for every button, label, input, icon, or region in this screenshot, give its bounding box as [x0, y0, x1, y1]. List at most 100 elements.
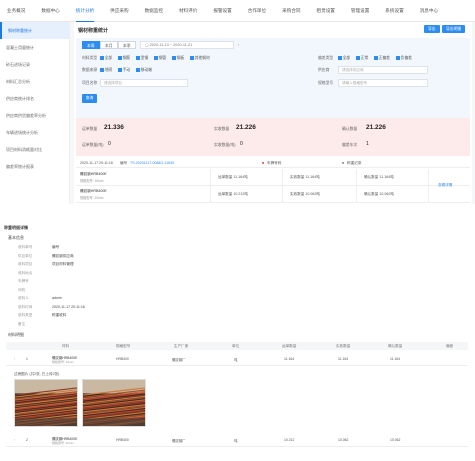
summary-label-received-t: 实收数量(吨)	[214, 143, 236, 147]
field-value: 称重收料	[52, 313, 67, 317]
material-unit: 吨	[234, 439, 238, 443]
sidebar-item[interactable]: 供应商供货偏差率分析	[0, 107, 69, 124]
weigh-photo-2[interactable]	[82, 379, 146, 427]
project-select[interactable]: 请选择项目	[100, 79, 188, 87]
material-vendor: 螺纹钢厂	[172, 358, 186, 362]
order-material-spec: 规格型号: 16mm	[80, 179, 104, 183]
summary-value-confirmed: 21.226	[366, 124, 386, 131]
weigh-photo-1[interactable]	[14, 379, 78, 427]
sidebar-item[interactable]: 项目材料消耗量对比	[0, 141, 69, 158]
sidebar-item[interactable]: 供应商统计排名	[0, 90, 69, 107]
confirmed-qty: 10.062	[390, 438, 401, 442]
sidebar-item[interactable]: 钢材称重统计	[0, 22, 69, 39]
nav-item[interactable]: 消息中心	[420, 0, 438, 22]
export-button[interactable]: 导出	[424, 25, 440, 33]
expand-icon[interactable]: ›	[14, 357, 15, 361]
supplier-select[interactable]: 请选择供应商	[338, 66, 428, 74]
nav-item[interactable]: 供应采购	[110, 0, 128, 22]
sidebar-item[interactable]: 砂石进场记录	[0, 56, 69, 73]
order-waybill-qty: 运单数量 11.164吨	[218, 175, 248, 179]
nav-item[interactable]: 统计分析	[75, 0, 95, 22]
materials-table-header: 材料 规格型号 生产厂家 单位 运单数量 实收数量 确认数量 偏差	[6, 342, 468, 350]
seg-quarter[interactable]: 本季	[118, 41, 136, 49]
detail-title: 称重明细详情	[4, 225, 28, 230]
group-header: 2020-11-17 20:11:16 编号 TS-20201117-0084G…	[76, 159, 470, 168]
column-header: 实收数量	[336, 344, 351, 348]
order-confirmed-qty: 确认数量 11.164吨	[364, 175, 394, 179]
summary-value-received-t: 0	[240, 141, 243, 147]
nav-item[interactable]: 管理设置	[351, 0, 369, 22]
table-row: › 1 螺纹钢HRB400E 规格型号: 16mm HRB400 螺纹钢厂吨 11.164 1…	[6, 353, 468, 366]
checkbox-option[interactable]: 正常	[356, 56, 368, 61]
checkbox-option[interactable]: 钢筋	[118, 56, 130, 61]
export-detail-button[interactable]: 导出明细	[442, 25, 466, 33]
summary-label-received: 实收数量	[214, 127, 230, 131]
sidebar-item[interactable]: 车辆进场统计分析	[0, 124, 69, 141]
divider	[356, 186, 357, 203]
field-key: 供应单位	[18, 253, 33, 258]
checkbox-option[interactable]: 其他钢材	[190, 56, 210, 61]
order-material-name: 螺纹钢HRB400E	[80, 172, 107, 176]
group-no-value[interactable]: TS-20201117-0084G-11630	[130, 161, 174, 165]
photo-caption: 过磅图片 (共2张, 已上传2张)	[14, 372, 60, 376]
checkbox-option[interactable]: 正偏差	[374, 56, 390, 61]
nav-item[interactable]: 报警设置	[213, 0, 231, 22]
column-header: 单位	[232, 344, 240, 348]
sidebar-item[interactable]: 偏差率统计报表	[0, 158, 69, 175]
expand-icon[interactable]: ›	[14, 438, 15, 442]
checkbox-label: 地磅	[104, 68, 113, 73]
sidebar-item[interactable]: 材料汇总分析	[0, 73, 69, 90]
material-sub: 规格型号: 16mm	[52, 360, 75, 364]
checkbox-option[interactable]: 手动	[118, 68, 130, 73]
query-button[interactable]: 查询	[82, 94, 97, 103]
sidebar: 钢材称重统计 混凝土用量统计 砂石进场记录 材料汇总分析 供应商统计排名 供应商供货偏差率…	[0, 22, 70, 204]
checkbox-option[interactable]: 全部	[100, 56, 112, 61]
divider	[356, 169, 357, 186]
checkbox-icon	[338, 56, 342, 60]
checkbox-icon	[356, 56, 360, 60]
group-date: 2020-11-17 20:11:16	[80, 161, 113, 165]
date-range-picker[interactable]: ▢ 2020-11-13 ~ 2020-11-21	[140, 41, 234, 49]
checkbox-option[interactable]: 移动端	[136, 68, 152, 73]
field-value: admin	[52, 296, 62, 300]
checkbox-option[interactable]: 地磅	[100, 68, 112, 73]
scale-icon: ■	[342, 161, 345, 165]
seg-month[interactable]: 本月	[100, 41, 118, 49]
material-unit: 吨	[234, 358, 238, 362]
checkbox-label: 手动	[122, 68, 131, 73]
group-no-label: 编号	[120, 161, 128, 165]
nav-item[interactable]: 合作单位	[248, 0, 266, 22]
checkbox-icon	[396, 56, 400, 60]
nav-item[interactable]: 数据监控	[145, 0, 163, 22]
group-vehicle: 车牌号码	[267, 161, 282, 165]
material-spec: HRB400	[116, 357, 129, 361]
checkbox-option[interactable]: 负偏差	[396, 56, 412, 61]
field-key: 收料单号	[18, 245, 33, 249]
nav-item[interactable]: 采购合同	[282, 0, 300, 22]
checkbox-option[interactable]: 型钢	[136, 56, 148, 61]
nav-item[interactable]: 数据中心	[41, 0, 59, 22]
supplier-label: 供应商	[318, 68, 330, 72]
field-key: 收料类型	[18, 313, 33, 317]
checkbox-option[interactable]: 钢板	[172, 56, 184, 61]
nav-item[interactable]: 租赁设置	[317, 0, 335, 22]
group-weigh: 称重记录	[347, 161, 362, 165]
material-spec: HRB400	[116, 438, 129, 442]
column-header: 运单数量	[282, 344, 297, 348]
field-key: 收料时间	[18, 304, 33, 309]
nav-item[interactable]: 系统设置	[385, 0, 403, 22]
sidebar-item[interactable]: 混凝土用量统计	[0, 39, 69, 56]
checkbox-icon	[136, 68, 140, 72]
checkbox-option[interactable]: 钢管	[154, 56, 166, 61]
spec-input[interactable]: 请输入规格型号	[338, 79, 428, 87]
seg-week[interactable]: 本周	[82, 41, 100, 49]
nav-item[interactable]: 业务概况	[7, 0, 25, 22]
chevron-right-icon[interactable]: ›	[238, 42, 239, 47]
basic-info-title: 基本信息	[8, 235, 24, 240]
checkbox-option[interactable]: 全部	[338, 56, 350, 61]
column-header: 偏差	[446, 344, 454, 348]
page-title: 钢材称重统计	[78, 28, 109, 34]
main-panel: 钢材称重统计 导出 导出明细 本周 本月 本季 ▢ 2020-11-13 ~ 2…	[74, 22, 472, 204]
checkbox-label: 型钢	[140, 56, 149, 61]
nav-item[interactable]: 材料评价	[179, 0, 197, 22]
